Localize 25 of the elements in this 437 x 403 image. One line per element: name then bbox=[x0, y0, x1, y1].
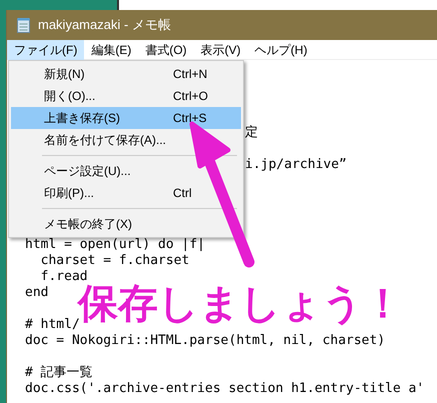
menu-item[interactable]: 書式(O) bbox=[138, 40, 194, 60]
menu-option[interactable]: 印刷(P)... Ctrl bbox=[11, 182, 241, 204]
code-line: doc = Nokogiri::HTML.parse(html, nil, charset) bbox=[25, 333, 386, 348]
window-title: makiyamazaki - メモ帳 bbox=[38, 16, 171, 34]
code-line: f.read bbox=[40, 269, 88, 284]
menu-item[interactable]: ヘルプ(H) bbox=[248, 40, 314, 60]
menu-option[interactable]: ページ設定(U)... bbox=[11, 160, 241, 182]
menu-item[interactable]: ファイル(F) bbox=[7, 40, 84, 60]
menu-option[interactable]: 開く(O)... Ctrl+O bbox=[11, 85, 241, 107]
menu-item[interactable]: 編集(E) bbox=[84, 40, 138, 60]
menu-option[interactable]: 名前を付けて保存(A)... bbox=[11, 129, 241, 151]
menu-item[interactable]: 表示(V) bbox=[194, 40, 248, 60]
code-line: end bbox=[25, 285, 48, 300]
code-line: charset = f.charset bbox=[40, 253, 190, 268]
menu-option[interactable]: メモ帳の終了(X) bbox=[11, 213, 241, 235]
code-line: 定 bbox=[245, 125, 258, 140]
code-line: i.jp/archive” bbox=[245, 157, 347, 172]
code-line: html = open(url) do |f| bbox=[25, 237, 206, 252]
code-line: doc.css('.archive-entries section h1.entry-title a' bbox=[25, 381, 424, 396]
notepad-icon bbox=[17, 18, 30, 32]
menu-option[interactable]: 新規(N) Ctrl+N bbox=[11, 63, 241, 85]
menu-option[interactable]: 上書き保存(S) Ctrl+S bbox=[11, 107, 241, 129]
callout-text: 保存しましょう！ bbox=[78, 282, 403, 326]
code-line: # 記事一覧 bbox=[25, 365, 93, 380]
code-line: # html/ bbox=[25, 317, 80, 332]
